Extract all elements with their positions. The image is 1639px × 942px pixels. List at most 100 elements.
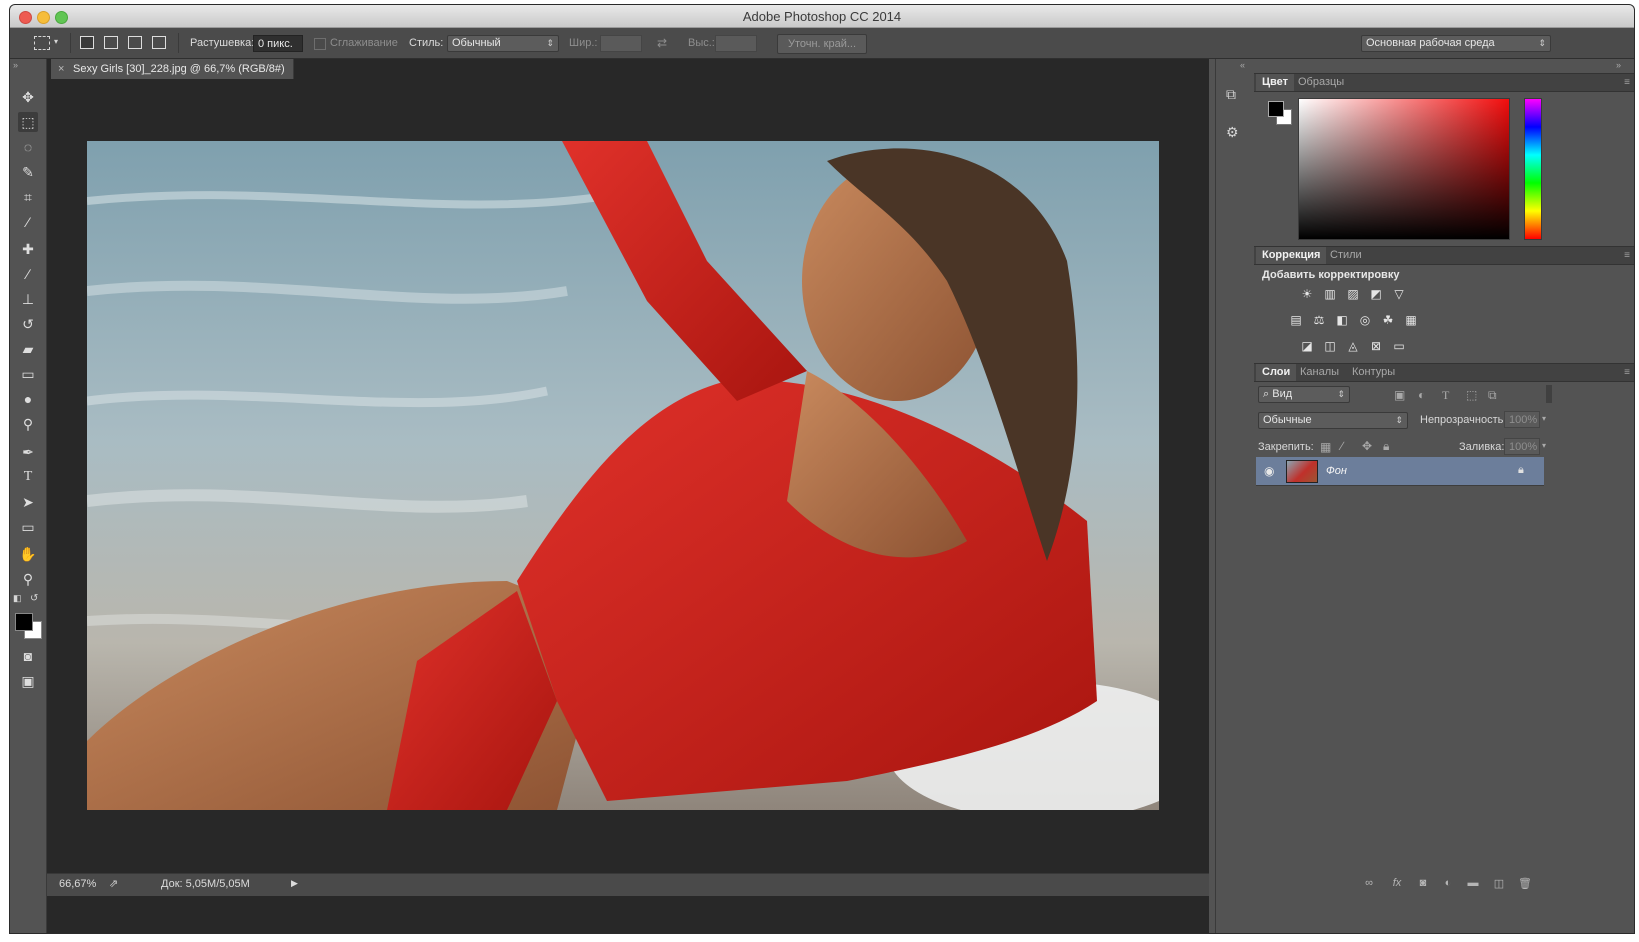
delete-layer-icon[interactable]: 🗑︎ bbox=[1516, 877, 1534, 890]
color-field[interactable] bbox=[1298, 98, 1510, 240]
swap-colors-icon[interactable]: ↺ bbox=[30, 594, 38, 604]
tab-adjustments[interactable]: Коррекция bbox=[1256, 247, 1327, 264]
crop-tool-icon[interactable]: ⌗ bbox=[18, 187, 38, 207]
hand-tool-icon[interactable]: ✋ bbox=[18, 544, 38, 564]
levels-icon[interactable]: ▥ bbox=[1322, 287, 1338, 301]
layer-row[interactable]: ◉ Фон 🔒︎ bbox=[1256, 457, 1544, 486]
tab-styles[interactable]: Стили bbox=[1324, 247, 1368, 264]
add-selection-icon[interactable] bbox=[104, 36, 118, 49]
new-layer-icon[interactable]: ◫ bbox=[1490, 877, 1508, 890]
rect-marquee-tool-icon[interactable]: ⬚ bbox=[18, 112, 38, 132]
zoom-level[interactable]: 66,67% bbox=[59, 878, 96, 890]
tab-color[interactable]: Цвет bbox=[1256, 74, 1295, 91]
tab-layers[interactable]: Слои bbox=[1256, 364, 1297, 381]
lock-position-icon[interactable]: ✥ bbox=[1362, 440, 1372, 452]
lasso-tool-icon[interactable]: ◌ bbox=[18, 137, 38, 157]
new-group-icon[interactable]: ▬ bbox=[1464, 877, 1482, 889]
lock-transparent-icon[interactable]: ▦ bbox=[1320, 441, 1331, 453]
antialias-checkbox[interactable] bbox=[314, 38, 326, 50]
expand-panels-icon[interactable]: » bbox=[1616, 61, 1621, 70]
lock-pixels-icon[interactable]: ∕ bbox=[1341, 440, 1343, 452]
history-panel-icon[interactable]: ⧉ bbox=[1226, 87, 1236, 101]
opacity-input[interactable]: 100% bbox=[1504, 411, 1540, 428]
layer-name[interactable]: Фон bbox=[1326, 465, 1347, 477]
selective-color-icon[interactable]: ⊠ bbox=[1368, 339, 1384, 353]
fill-input[interactable]: 100% bbox=[1504, 438, 1540, 455]
filter-adjustment-icon[interactable]: ◐ bbox=[1418, 389, 1425, 401]
default-colors-icon[interactable]: ◧ bbox=[13, 594, 22, 603]
feather-input[interactable]: 0 пикс. bbox=[253, 35, 303, 52]
filter-shape-icon[interactable]: ⬚ bbox=[1466, 389, 1477, 401]
posterize-icon[interactable]: ◫ bbox=[1322, 339, 1338, 353]
panel-menu-icon[interactable]: ≡ bbox=[1624, 74, 1630, 91]
gradient-map-icon[interactable]: ▭ bbox=[1391, 339, 1407, 353]
properties-panel-icon[interactable]: ⚙ bbox=[1226, 125, 1239, 139]
rectangle-tool-icon[interactable]: ▭ bbox=[18, 517, 38, 537]
eyedropper-tool-icon[interactable]: ⁄ bbox=[18, 212, 38, 232]
swap-dimensions-icon[interactable]: ⇄ bbox=[657, 37, 667, 49]
new-selection-icon[interactable] bbox=[80, 36, 94, 49]
color-lookup-icon[interactable]: ▦ bbox=[1403, 313, 1419, 327]
tab-channels[interactable]: Каналы bbox=[1294, 364, 1345, 381]
filter-toggle[interactable] bbox=[1546, 385, 1552, 403]
pen-tool-icon[interactable]: ✒ bbox=[18, 442, 38, 462]
gradient-tool-icon[interactable]: ▭ bbox=[18, 364, 38, 384]
tab-swatches[interactable]: Образцы bbox=[1292, 74, 1350, 91]
invert-icon[interactable]: ◪ bbox=[1299, 339, 1315, 353]
expand-panel-icon[interactable]: » bbox=[13, 61, 18, 70]
close-tab-icon[interactable]: × bbox=[58, 59, 64, 79]
new-adjustment-layer-icon[interactable]: ◐ bbox=[1439, 877, 1457, 889]
channel-mixer-icon[interactable]: ☘ bbox=[1380, 313, 1396, 327]
brightness-icon[interactable]: ☀ bbox=[1299, 287, 1315, 301]
style-select[interactable]: Обычный ⇕ bbox=[447, 35, 559, 52]
type-tool-icon[interactable]: T bbox=[18, 467, 38, 487]
tab-paths[interactable]: Контуры bbox=[1346, 364, 1401, 381]
canvas-image[interactable] bbox=[87, 141, 1159, 810]
color-balance-icon[interactable]: ⚖ bbox=[1311, 313, 1327, 327]
chevron-down-icon[interactable]: ▾ bbox=[54, 38, 58, 46]
path-selection-tool-icon[interactable]: ➤ bbox=[18, 492, 38, 512]
document-tab[interactable]: × Sexy Girls [30]_228.jpg @ 66,7% (RGB/8… bbox=[51, 59, 294, 79]
quick-mask-icon[interactable]: ◙ bbox=[18, 646, 38, 666]
refine-edge-button[interactable]: Уточн. край... bbox=[777, 34, 867, 54]
move-tool-icon[interactable]: ✥ bbox=[18, 87, 38, 107]
chevron-down-icon[interactable]: ▾ bbox=[1542, 415, 1546, 423]
healing-brush-tool-icon[interactable]: ✚ bbox=[18, 239, 38, 259]
black-white-icon[interactable]: ◧ bbox=[1334, 313, 1350, 327]
history-brush-tool-icon[interactable]: ↺ bbox=[18, 314, 38, 334]
filter-smart-object-icon[interactable]: ⧉ bbox=[1488, 389, 1497, 401]
panel-menu-icon[interactable]: ≡ bbox=[1624, 247, 1630, 264]
workspace-select[interactable]: Основная рабочая среда ⇕ bbox=[1361, 35, 1551, 52]
filter-pixel-icon[interactable]: ▣ bbox=[1394, 389, 1405, 401]
intersect-selection-icon[interactable] bbox=[152, 36, 166, 49]
color-fg-swatch[interactable] bbox=[1268, 101, 1284, 117]
rect-marquee-preset-icon[interactable] bbox=[34, 36, 50, 50]
height-input[interactable] bbox=[715, 35, 757, 52]
eraser-tool-icon[interactable]: ▰ bbox=[18, 339, 38, 359]
visibility-eye-icon[interactable]: ◉ bbox=[1264, 465, 1274, 477]
hue-slider[interactable] bbox=[1524, 98, 1542, 240]
brush-tool-icon[interactable]: ∕ bbox=[18, 264, 38, 284]
layer-filter-select[interactable]: ⌕ Вид ⇕ bbox=[1258, 386, 1350, 403]
threshold-icon[interactable]: ◬ bbox=[1345, 339, 1361, 353]
exposure-icon[interactable]: ◩ bbox=[1368, 287, 1384, 301]
photo-filter-icon[interactable]: ◎ bbox=[1357, 313, 1373, 327]
panel-menu-icon[interactable]: ≡ bbox=[1624, 364, 1630, 381]
screen-mode-icon[interactable]: ▣ bbox=[18, 671, 38, 691]
quick-selection-tool-icon[interactable]: ✎ bbox=[18, 162, 38, 182]
link-layers-icon[interactable]: ∞ bbox=[1360, 877, 1378, 889]
share-icon[interactable]: ⇗ bbox=[109, 877, 118, 890]
hue-saturation-icon[interactable]: ▤ bbox=[1288, 313, 1304, 327]
layer-style-icon[interactable]: fx bbox=[1388, 877, 1406, 889]
width-input[interactable] bbox=[600, 35, 642, 52]
vibrance-icon[interactable]: ▽ bbox=[1391, 287, 1407, 301]
status-menu-arrow-icon[interactable]: ▶ bbox=[291, 878, 298, 889]
foreground-color-swatch[interactable] bbox=[15, 613, 33, 631]
subtract-selection-icon[interactable] bbox=[128, 36, 142, 49]
lock-all-icon[interactable]: 🔒︎ bbox=[1383, 440, 1389, 452]
filter-type-icon[interactable]: T bbox=[1442, 389, 1449, 401]
blur-tool-icon[interactable]: ● bbox=[18, 389, 38, 409]
dodge-tool-icon[interactable]: ⚲ bbox=[18, 414, 38, 434]
clone-stamp-tool-icon[interactable]: ⊥ bbox=[18, 289, 38, 309]
zoom-tool-icon[interactable]: ⚲ bbox=[18, 569, 38, 589]
